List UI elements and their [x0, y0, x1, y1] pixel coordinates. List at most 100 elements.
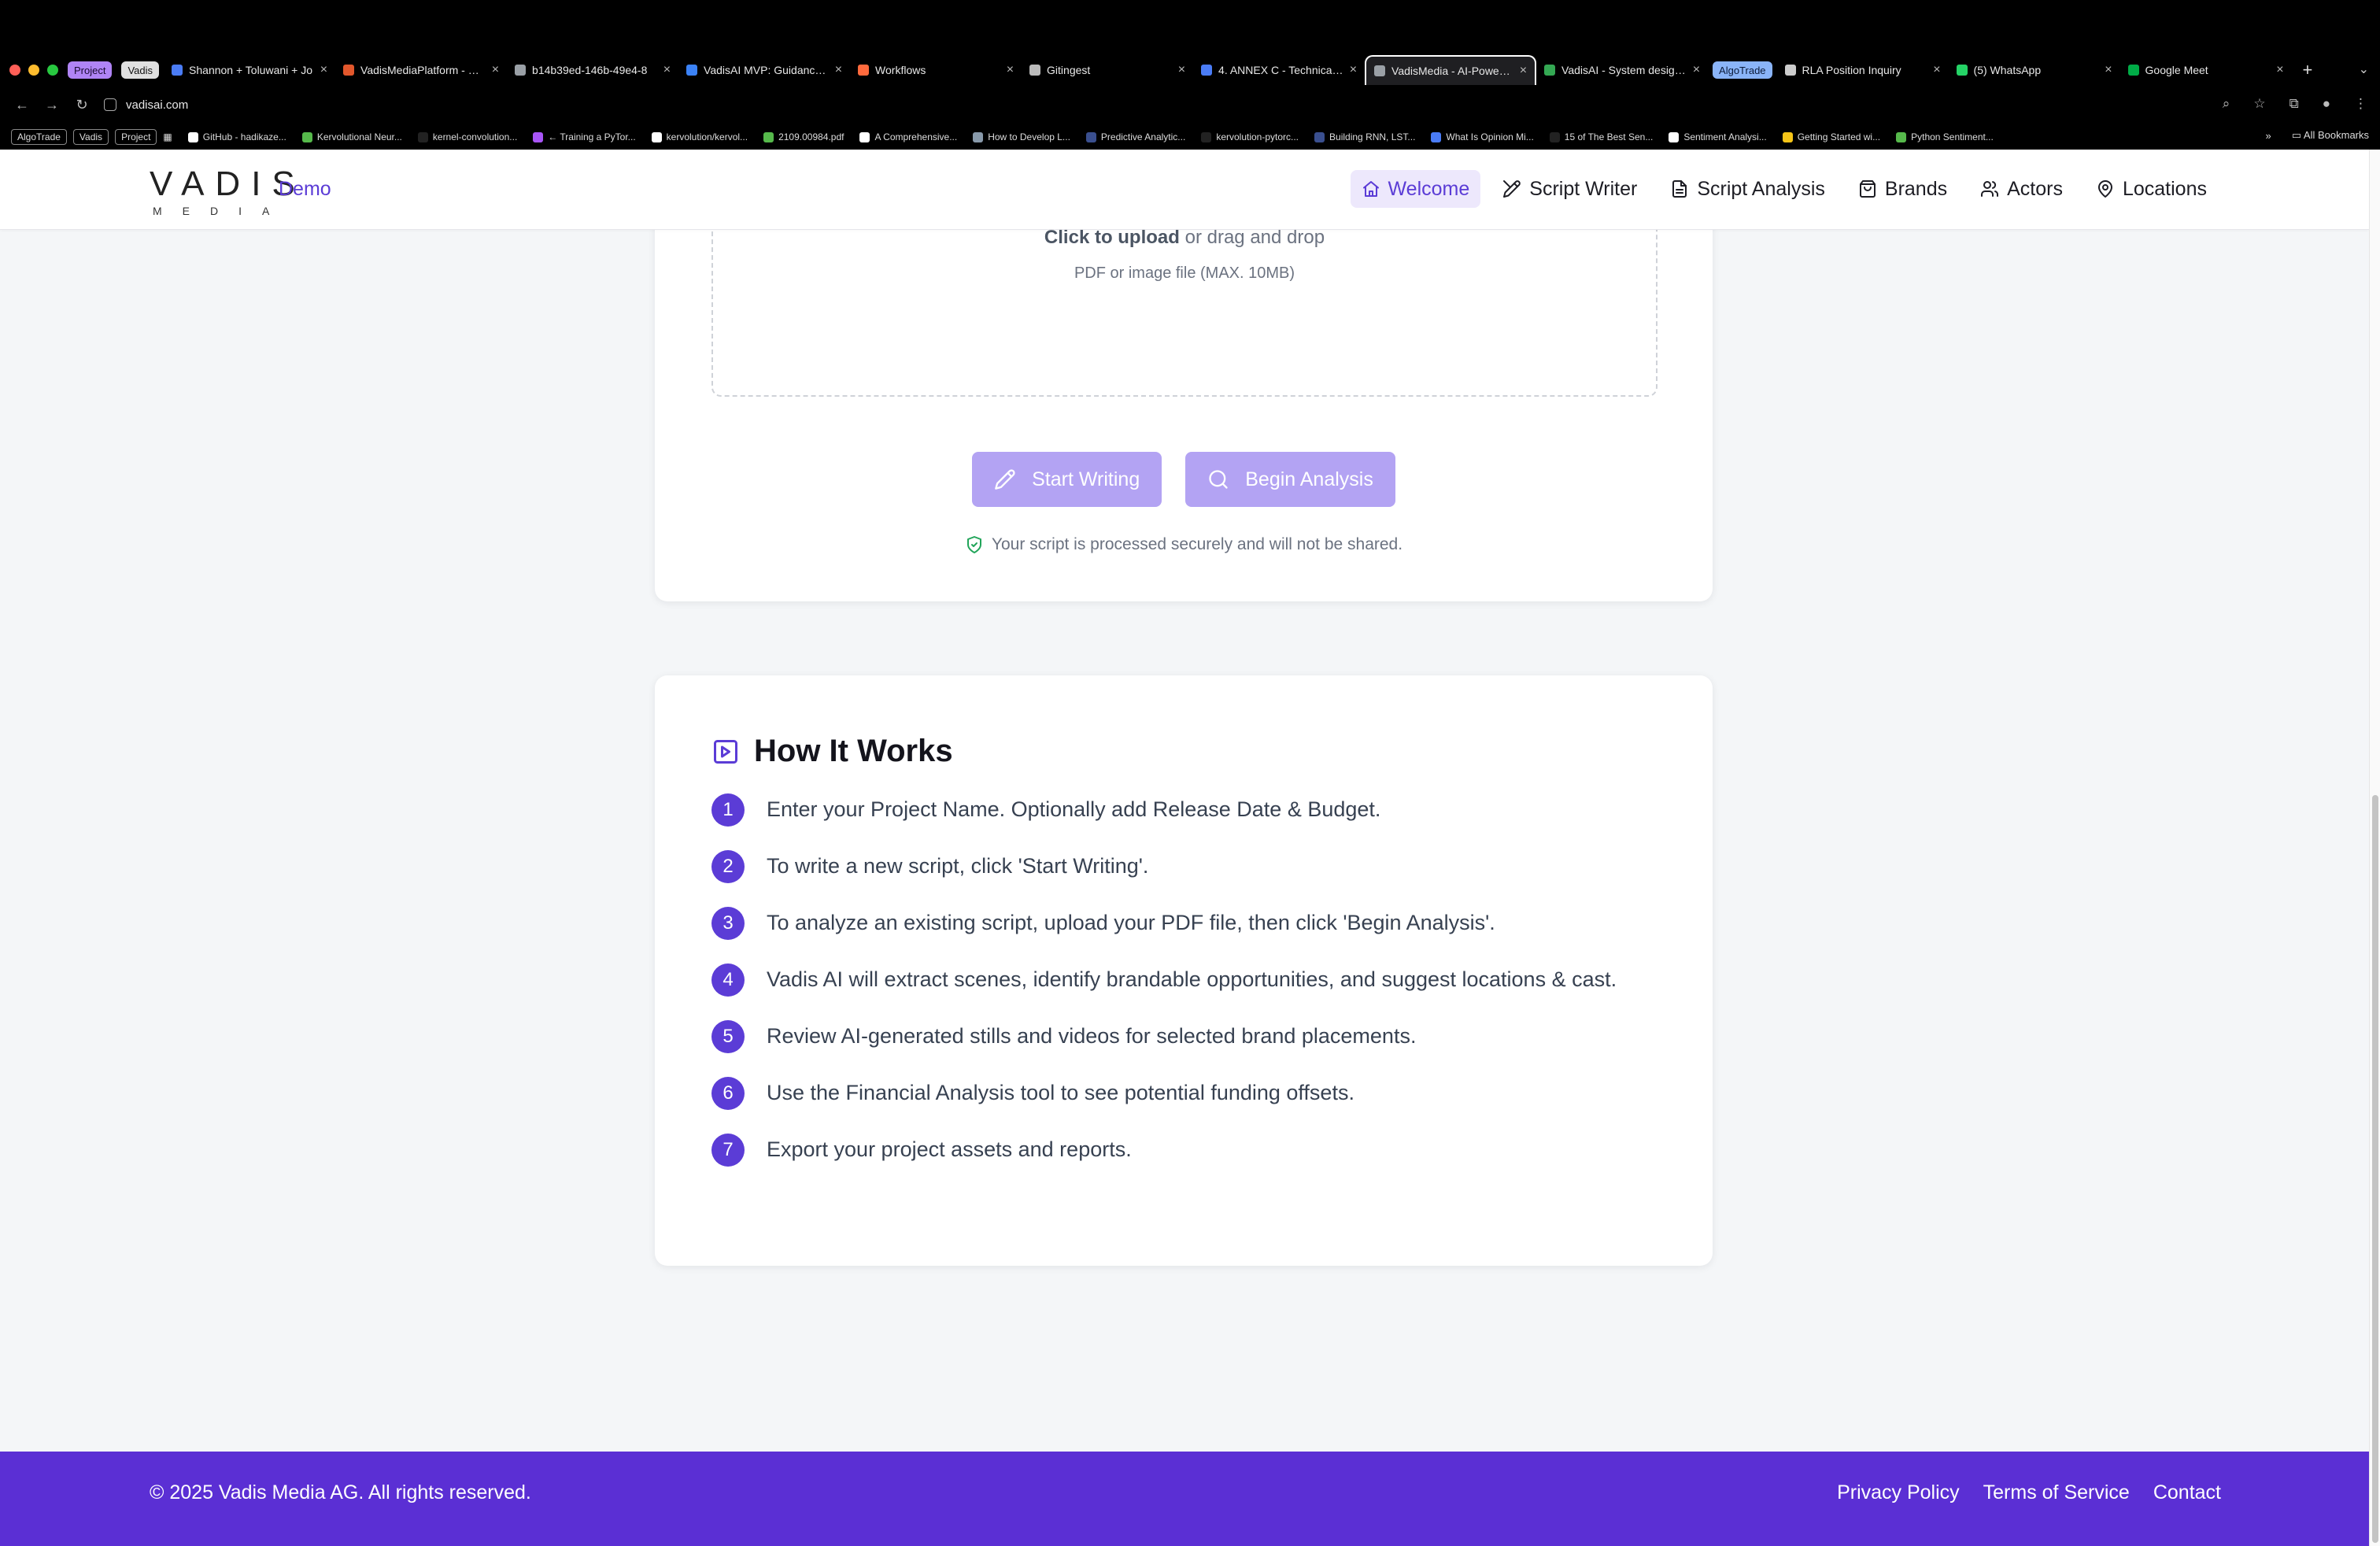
- bookmark-group-chip[interactable]: Vadis: [72, 129, 109, 145]
- tab-group-chip[interactable]: Vadis: [121, 61, 160, 79]
- nav-script-writer[interactable]: Script Writer: [1491, 170, 1648, 208]
- home-icon: [1362, 181, 1379, 197]
- footer-links: Privacy Policy Terms of Service Contact: [1837, 1481, 2221, 1504]
- terms-of-service-link[interactable]: Terms of Service: [1983, 1481, 2130, 1504]
- tab-close-icon[interactable]: ×: [1693, 63, 1700, 77]
- bookmark-item[interactable]: kervolution/kervol...: [651, 131, 748, 142]
- tab-search-icon[interactable]: ⌄: [2359, 61, 2369, 77]
- site-info-icon[interactable]: [104, 98, 116, 111]
- step-text: Export your project assets and reports.: [767, 1137, 1132, 1161]
- close-window-button[interactable]: [9, 65, 20, 76]
- bookmark-item[interactable]: kervolution-pytorc...: [1201, 131, 1299, 142]
- browser-tab[interactable]: (5) WhatsApp ×: [1949, 55, 2120, 85]
- privacy-policy-link[interactable]: Privacy Policy: [1837, 1481, 1960, 1504]
- bookmark-item[interactable]: 2109.00984.pdf: [763, 131, 844, 142]
- browser-tab[interactable]: b14b39ed-146b-49e4-8 ×: [507, 55, 678, 85]
- begin-analysis-button[interactable]: Begin Analysis: [1185, 452, 1395, 507]
- browser-tab[interactable]: Shannon + Toluwani + Jo ×: [164, 55, 335, 85]
- nav-script-analysis[interactable]: Script Analysis: [1659, 170, 1836, 208]
- bookmark-item[interactable]: Getting Started wi...: [1782, 131, 1880, 142]
- bookmark-label: kervolution-pytorc...: [1216, 131, 1299, 142]
- tab-title: VadisAI - System design o: [1561, 64, 1687, 76]
- bookmark-item[interactable]: What Is Opinion Mi...: [1431, 131, 1534, 142]
- tab-close-icon[interactable]: ×: [1933, 63, 1940, 77]
- forward-icon[interactable]: →: [44, 97, 60, 113]
- tab-close-icon[interactable]: ×: [492, 63, 499, 77]
- tab-close-icon[interactable]: ×: [1520, 64, 1527, 78]
- bookmark-group-chip[interactable]: Project: [115, 129, 157, 145]
- tab-title: b14b39ed-146b-49e4-8: [532, 64, 648, 76]
- bookmark-favicon-icon: [533, 131, 544, 142]
- new-tab-icon[interactable]: +: [2303, 60, 2313, 80]
- bookmark-favicon-icon: [1201, 131, 1212, 142]
- tab-close-icon[interactable]: ×: [320, 63, 327, 77]
- maximize-window-button[interactable]: [47, 65, 58, 76]
- tab-close-icon[interactable]: ×: [1178, 63, 1185, 77]
- step-text: Review AI-generated stills and videos fo…: [767, 1024, 1417, 1048]
- profile-icon[interactable]: ●: [2323, 96, 2330, 112]
- tab-close-icon[interactable]: ×: [2276, 63, 2283, 77]
- start-writing-button[interactable]: Start Writing: [972, 452, 1162, 507]
- scrollbar-thumb[interactable]: [2372, 795, 2378, 1543]
- apps-grid-icon[interactable]: ▦: [163, 131, 172, 142]
- bookmark-item[interactable]: Predictive Analytic...: [1085, 131, 1185, 142]
- contact-link[interactable]: Contact: [2153, 1481, 2221, 1504]
- back-icon[interactable]: ←: [14, 97, 30, 113]
- tab-group-chip[interactable]: Project: [68, 61, 113, 79]
- bookmark-item[interactable]: Building RNN, LST...: [1314, 131, 1415, 142]
- browser-tab[interactable]: Google Meet ×: [2120, 55, 2292, 85]
- map-pin-icon: [2097, 180, 2112, 198]
- bookmark-label: 2109.00984.pdf: [778, 131, 844, 142]
- bookmark-label: Python Sentiment...: [1911, 131, 1994, 142]
- url-field[interactable]: vadisai.com: [104, 98, 188, 112]
- nav-actors[interactable]: Actors: [1969, 170, 2074, 208]
- browser-tab[interactable]: VadisAI MVP: Guidance N ×: [678, 55, 850, 85]
- more-bookmarks-icon[interactable]: »: [2266, 130, 2271, 142]
- tab-favicon-icon: [2127, 65, 2139, 76]
- click-to-upload-label[interactable]: Click to upload: [1044, 227, 1180, 248]
- browser-tab[interactable]: RLA Position Inquiry ×: [1777, 55, 1949, 85]
- bookmark-item[interactable]: kernel-convolution...: [417, 131, 517, 142]
- minimize-window-button[interactable]: [28, 65, 39, 76]
- bookmark-item[interactable]: Sentiment Analysi...: [1669, 131, 1767, 142]
- shopping-bag-icon: [1859, 180, 1876, 198]
- browser-tab[interactable]: Workflows ×: [850, 55, 1022, 85]
- browser-tab[interactable]: 4. ANNEX C - Technical R ×: [1193, 55, 1365, 85]
- reload-icon[interactable]: ↻: [74, 97, 90, 113]
- bookmark-item[interactable]: How to Develop L...: [973, 131, 1070, 142]
- tab-close-icon[interactable]: ×: [663, 63, 671, 77]
- bookmark-item[interactable]: A Comprehensive...: [859, 131, 957, 142]
- bookmark-item[interactable]: Kervolutional Neur...: [301, 131, 402, 142]
- tab-title: Workflows: [875, 64, 926, 76]
- extensions-icon[interactable]: ⧉: [2289, 96, 2299, 112]
- tab-close-icon[interactable]: ×: [1350, 63, 1357, 77]
- browser-tab-active[interactable]: VadisMedia - AI-Powered ×: [1365, 55, 1537, 85]
- tab-close-icon[interactable]: ×: [835, 63, 842, 77]
- tab-group-chip[interactable]: AlgoTrade: [1713, 61, 1772, 79]
- tab-favicon-icon: [1374, 65, 1386, 76]
- bookmark-label: GitHub - hadikaze...: [202, 131, 286, 142]
- menu-icon[interactable]: ⋮: [2354, 96, 2367, 112]
- bookmark-item[interactable]: 15 of The Best Sen...: [1549, 131, 1653, 142]
- page-scrollbar[interactable]: [2369, 150, 2380, 1546]
- browser-tab[interactable]: VadisMediaPlatform - Rep ×: [335, 55, 507, 85]
- nav-welcome[interactable]: Welcome: [1350, 170, 1481, 208]
- browser-tab[interactable]: Gitingest ×: [1022, 55, 1193, 85]
- tab-close-icon[interactable]: ×: [2105, 63, 2112, 77]
- zoom-icon[interactable]: ⌕: [2223, 96, 2230, 112]
- browser-tab[interactable]: VadisAI - System design o ×: [1536, 55, 1708, 85]
- tab-favicon-icon: [1956, 65, 1968, 76]
- bookmark-item[interactable]: ← Training a PyTor...: [533, 131, 636, 142]
- step-number-badge: 7: [711, 1134, 745, 1167]
- bookmark-item[interactable]: GitHub - hadikaze...: [187, 131, 286, 142]
- bookmark-favicon-icon: [1549, 131, 1560, 142]
- all-bookmarks[interactable]: ▭ All Bookmarks: [2292, 129, 2369, 142]
- tab-title: VadisAI MVP: Guidance N: [704, 64, 829, 76]
- nav-brands[interactable]: Brands: [1847, 170, 1958, 208]
- bookmark-item[interactable]: Python Sentiment...: [1896, 131, 1994, 142]
- bookmark-star-icon[interactable]: ☆: [2253, 96, 2265, 112]
- bookmark-group-chip[interactable]: AlgoTrade: [11, 129, 67, 145]
- tab-close-icon[interactable]: ×: [1007, 63, 1014, 77]
- bookmark-favicon-icon: [301, 131, 312, 142]
- nav-locations[interactable]: Locations: [2085, 170, 2218, 208]
